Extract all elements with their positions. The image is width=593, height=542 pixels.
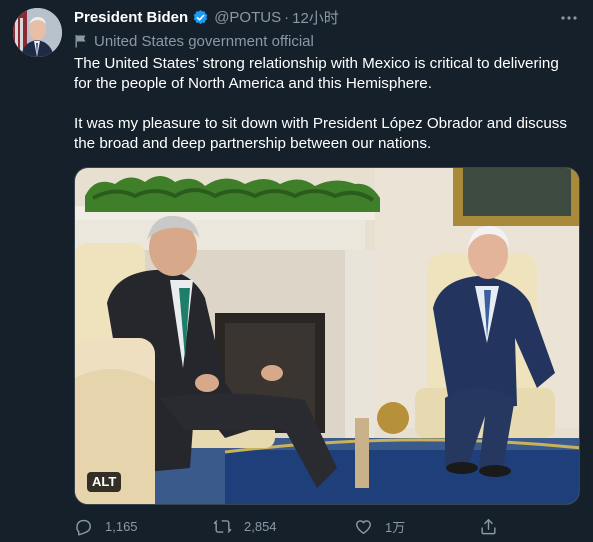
government-flag-icon: [74, 34, 88, 48]
reply-icon: [74, 517, 93, 536]
account-label[interactable]: United States government official: [74, 31, 314, 51]
verified-badge-icon: [192, 9, 209, 26]
tweet-header: President Biden @POTUS · 12小时: [74, 7, 339, 27]
separator-dot: ·: [284, 8, 290, 26]
tweet-timestamp[interactable]: 12小时: [292, 7, 339, 28]
author-handle[interactable]: @POTUS: [214, 9, 281, 26]
tweet[interactable]: President Biden @POTUS · 12小时 United Sta…: [0, 0, 593, 542]
tweet-text: The United States’ strong relationship w…: [74, 54, 579, 154]
like-button[interactable]: 1万: [354, 514, 405, 538]
tweet-paragraph: It was my pleasure to sit down with Pres…: [74, 115, 567, 152]
tweet-paragraph: The United States’ strong relationship w…: [74, 55, 559, 92]
share-button[interactable]: [479, 514, 510, 538]
share-icon: [479, 517, 498, 536]
retweet-icon: [213, 517, 232, 536]
author-name[interactable]: President Biden: [74, 9, 188, 26]
like-count: 1万: [385, 519, 406, 535]
reply-button[interactable]: 1,165: [74, 514, 138, 538]
retweet-button[interactable]: 2,854: [213, 514, 277, 538]
account-label-text: United States government official: [94, 32, 314, 50]
reply-count: 1,165: [105, 518, 138, 534]
tweet-photo[interactable]: ALT: [74, 167, 580, 505]
retweet-count: 2,854: [244, 518, 277, 534]
heart-icon: [354, 517, 373, 536]
more-icon[interactable]: [560, 9, 578, 27]
tweet-actions: 1,165 2,854 1万: [74, 514, 514, 538]
avatar[interactable]: [13, 8, 62, 57]
alt-text-badge[interactable]: ALT: [87, 472, 122, 492]
